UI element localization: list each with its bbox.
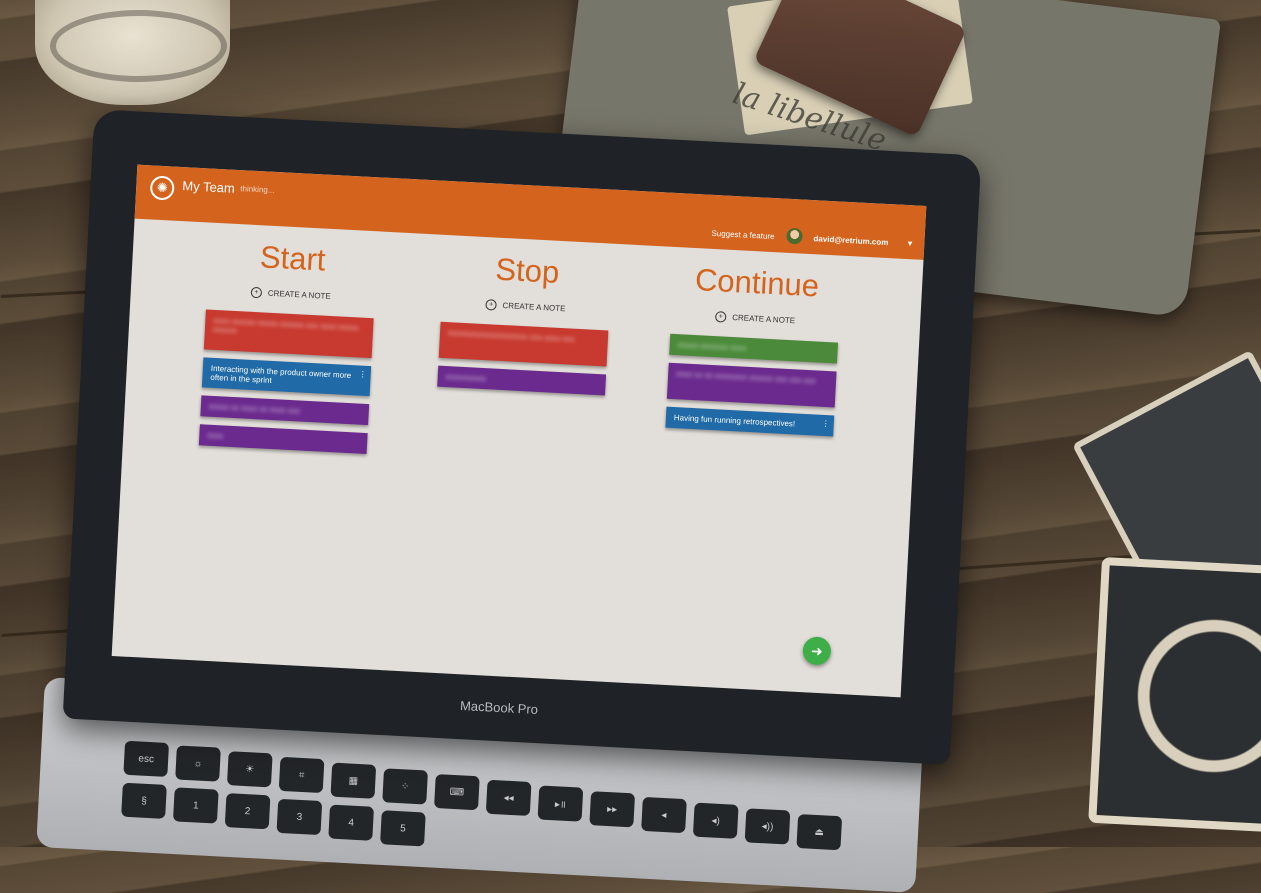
create-note-label: CREATE A NOTE [267, 288, 332, 301]
create-note-button[interactable]: + CREATE A NOTE [201, 284, 381, 304]
column-title: Start [259, 239, 327, 278]
add-circle-icon: + [485, 299, 497, 311]
app-screen: ✺ My Team thinking... Suggest a feature … [111, 164, 927, 698]
add-circle-icon: + [250, 286, 263, 299]
arrow-right-icon: ➜ [810, 642, 824, 659]
note-card[interactable]: xxxx xxxxxx xxxxx xxxxxx xxx xxxx xxxxx … [203, 309, 374, 359]
chevron-down-icon[interactable]: ▾ [908, 238, 913, 249]
add-circle-icon: + [714, 311, 727, 323]
column-title: Stop [494, 251, 561, 290]
next-fab-button[interactable]: ➜ [802, 636, 832, 666]
status-text: thinking... [240, 184, 275, 195]
column-title: Continue [694, 262, 820, 304]
jar-lid-decor [50, 10, 227, 82]
note-card[interactable]: Having fun running retrospectives! ⋮ [665, 406, 835, 437]
note-card[interactable]: xxxx xx xx xxxxxxxx xxxxxx xxx xxx xxx [666, 362, 837, 408]
create-note-button[interactable]: + CREATE A NOTE [665, 309, 845, 329]
user-email[interactable]: david@retrium.com [813, 234, 888, 247]
note-card[interactable]: xxxxxxxxxxxxxxxxxxxx xxx xxxx xxx [438, 321, 609, 367]
note-card[interactable]: xxxx [198, 424, 368, 455]
shutter-icon[interactable]: ✺ [149, 175, 175, 201]
note-menu-icon[interactable]: ⋮ [822, 419, 830, 428]
column-stop: Stop + CREATE A NOTE xxxxxxxxxxxxxxxxxxx… [431, 249, 618, 404]
coaster-decor [1088, 556, 1261, 834]
avatar[interactable] [786, 227, 803, 245]
note-card[interactable]: xxxxx xx xxxx xx xxxx xxx [200, 395, 370, 426]
note-text: Interacting with the product owner more … [210, 363, 352, 385]
note-card[interactable]: Interacting with the product owner more … [201, 357, 372, 397]
column-start: Start + CREATE A NOTE xxxx xxxxxx xxxxx … [192, 236, 383, 462]
note-text: Having fun running retrospectives! [673, 413, 796, 429]
suggest-feature-link[interactable]: Suggest a feature [711, 229, 775, 241]
team-title[interactable]: My Team [182, 178, 235, 196]
create-note-label: CREATE A NOTE [731, 313, 796, 326]
note-card[interactable]: xxxxxxxxxx [437, 365, 607, 396]
column-continue: Continue + CREATE A NOTE xxxxx xxxxxxx x… [659, 261, 848, 445]
note-card[interactable]: xxxxx xxxxxxx xxxx [669, 333, 839, 364]
note-menu-icon[interactable]: ⋮ [359, 370, 367, 379]
create-note-button[interactable]: + CREATE A NOTE [435, 296, 615, 316]
create-note-label: CREATE A NOTE [502, 300, 566, 314]
